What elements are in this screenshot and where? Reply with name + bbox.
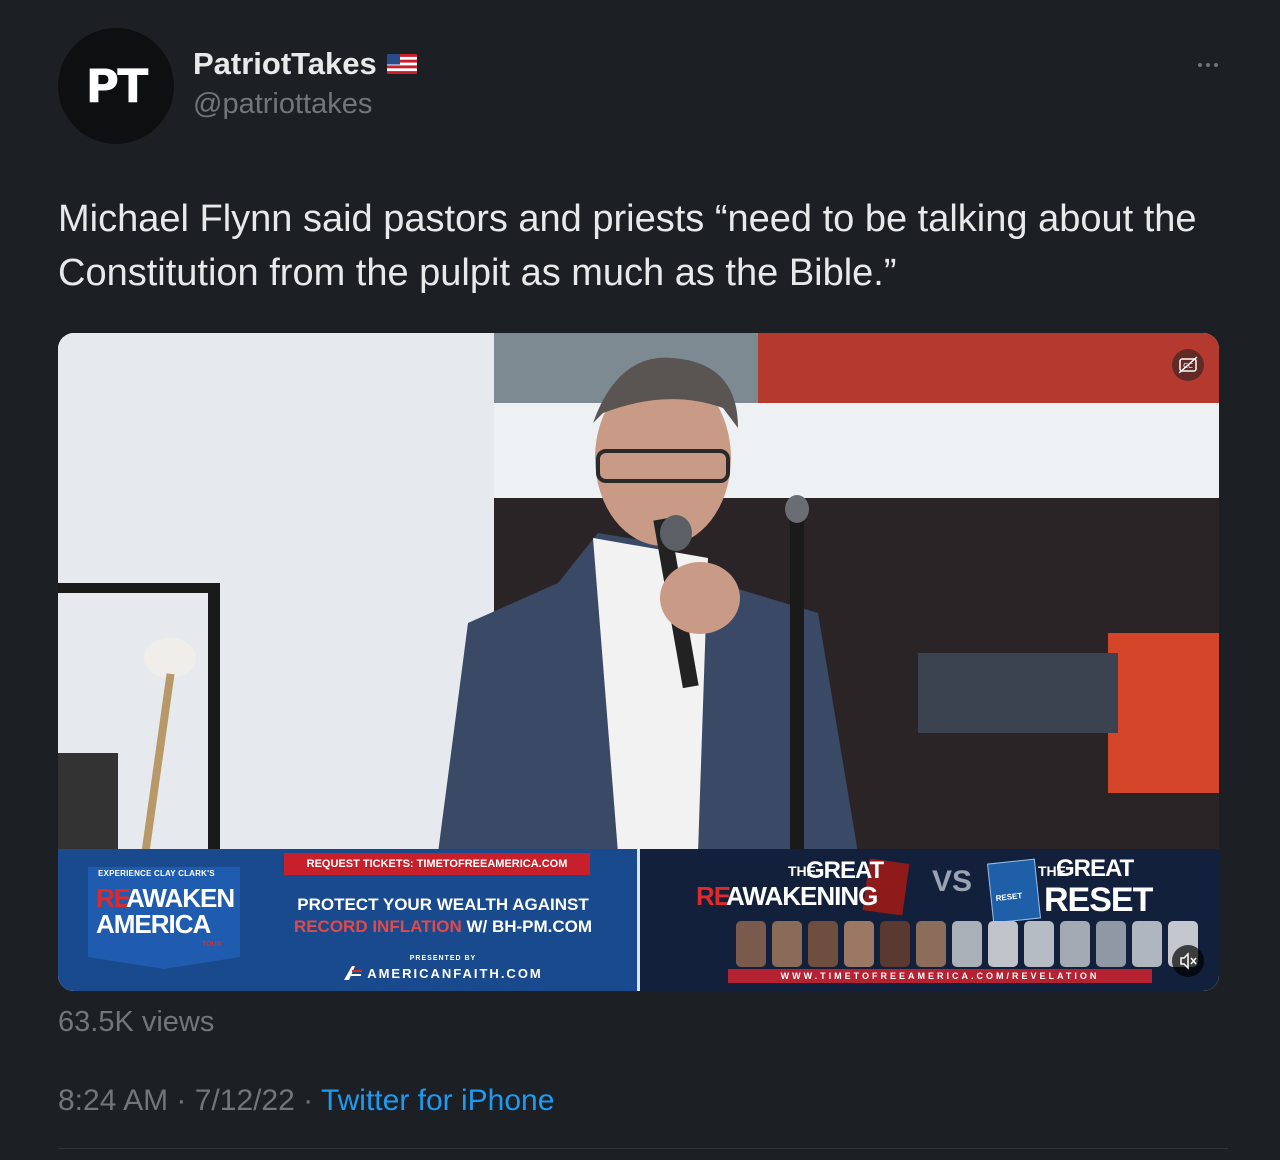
promo-line-2-red: RECORD INFLATION	[293, 917, 462, 936]
brand-tour: TOUR	[202, 941, 222, 948]
face-photo	[1132, 921, 1162, 967]
us-flag-icon	[386, 54, 417, 74]
brand-america: AMERICA	[96, 909, 211, 939]
muted-speaker-icon[interactable]	[1172, 945, 1204, 977]
face-photo	[736, 921, 766, 967]
video-player[interactable]: CC EXPERIENCE CLAY CLARK'S RE AWAKEN AME…	[58, 333, 1219, 991]
face-photo	[808, 921, 838, 967]
reset-book-icon: RESET	[986, 858, 1042, 924]
face-photo	[1024, 921, 1054, 967]
more-options-icon[interactable]	[1190, 50, 1226, 80]
promo-line-1: PROTECT YOUR WEALTH AGAINST	[297, 895, 589, 914]
tweet-metadata: 8:24 AM · 7/12/22 · Twitter for iPhone	[58, 1084, 554, 1118]
avatar-initials: PT	[85, 59, 148, 113]
americanfaith-logo-icon	[344, 966, 363, 980]
sponsor-row: AMERICANFAITH.COM	[258, 965, 628, 981]
author-display-name[interactable]: PatriotTakes	[193, 46, 377, 82]
promo-line-2: RECORD INFLATION W/ BH-PM.COM	[258, 917, 628, 937]
separator-dot: ·	[168, 1084, 195, 1117]
captions-icon[interactable]: CC	[1172, 349, 1204, 381]
face-photo	[916, 921, 946, 967]
promo-line-2-white: W/ BH-PM.COM	[461, 917, 593, 936]
view-count: 63.5K views	[58, 1006, 215, 1038]
tweet-text: Michael Flynn said pastors and priests “…	[58, 198, 1197, 294]
promo-banner-left: EXPERIENCE CLAY CLARK'S RE AWAKEN AMERIC…	[58, 849, 637, 991]
speaker-faces	[736, 921, 1198, 967]
ticket-banner: REQUEST TICKETS: TIMETOFREEAMERICA.COM	[284, 853, 590, 875]
presented-by: PRESENTED BY	[409, 955, 477, 962]
promo-banner-right: THE GREAT RE AWAKENING VS RESET THE GREA…	[640, 849, 1219, 991]
author-handle[interactable]: @patriottakes	[193, 88, 372, 121]
divider	[58, 1148, 1228, 1149]
author-avatar[interactable]: PT	[58, 28, 174, 144]
tweet-date[interactable]: 7/12/22	[195, 1084, 295, 1117]
brand-tagline: EXPERIENCE CLAY CLARK'S	[98, 869, 215, 878]
awakening-word: AWAKENING	[726, 881, 878, 911]
face-photo	[772, 921, 802, 967]
face-photo	[880, 921, 910, 967]
reset-great: GREAT	[1056, 855, 1134, 882]
awakening-re: RE	[696, 881, 731, 911]
reset-word: RESET	[1044, 881, 1153, 919]
tweet-time[interactable]: 8:24 AM	[58, 1084, 168, 1117]
face-photo	[1096, 921, 1126, 967]
author-name-row: PatriotTakes	[193, 46, 417, 82]
face-photo	[988, 921, 1018, 967]
sponsor-name: AMERICANFAITH.COM	[367, 965, 543, 981]
tweet-source-link[interactable]: Twitter for iPhone	[321, 1084, 554, 1117]
face-photo	[844, 921, 874, 967]
face-photo	[952, 921, 982, 967]
vs-label: VS	[932, 865, 973, 898]
face-photo	[1060, 921, 1090, 967]
separator-dot: ·	[294, 1084, 321, 1117]
revelation-url: WWW.TIMETOFREEAMERICA.COM/REVELATION	[728, 969, 1152, 983]
reset-book-label: RESET	[995, 891, 1023, 903]
